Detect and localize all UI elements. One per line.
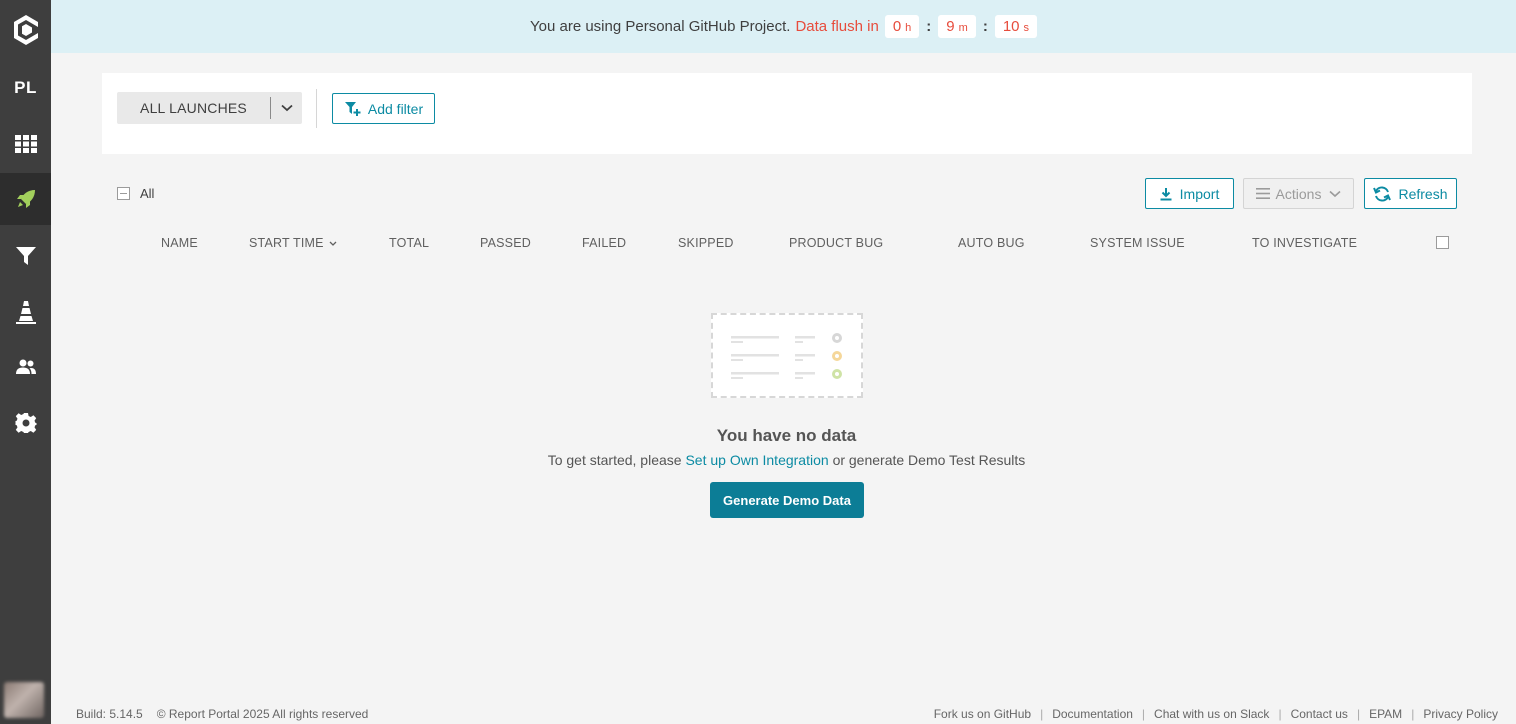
empty-state-title: You have no data [716, 426, 857, 445]
sidebar: PL [0, 0, 51, 724]
empty-state-text: To get started, please Set up Own Integr… [0, 452, 1516, 468]
timer-separator: : [982, 18, 988, 35]
add-filter-button[interactable]: Add filter [332, 93, 435, 124]
timer-minutes-value: 9 [946, 18, 955, 35]
column-header-product-bug[interactable]: PRODUCT BUG [789, 236, 883, 250]
report-portal-logo-icon[interactable] [0, 4, 51, 56]
download-icon [1160, 187, 1172, 200]
members-icon[interactable] [0, 341, 51, 393]
timer-hours-unit: h [905, 22, 912, 34]
add-filter-label: Add filter [367, 100, 424, 117]
chevron-down-icon[interactable] [271, 104, 302, 112]
refresh-icon [1373, 185, 1392, 202]
project-selector[interactable]: PL [0, 62, 51, 114]
filter-divider [316, 89, 317, 128]
sort-chevron-icon [329, 241, 337, 247]
menu-icon [1255, 188, 1270, 199]
column-header-failed[interactable]: FAILED [582, 236, 626, 250]
timer-minutes-unit: m [958, 22, 968, 34]
timer-seconds-value: 10 [1002, 18, 1020, 35]
footer-link-privacy[interactable]: Privacy Policy [1423, 707, 1498, 721]
data-flush-label: Data flush in [795, 18, 879, 35]
generate-demo-data-button[interactable]: Generate Demo Data [710, 482, 864, 518]
footer-separator: | [1141, 707, 1146, 721]
refresh-button[interactable]: Refresh [1364, 178, 1457, 209]
timer-minutes: 9m [938, 15, 976, 38]
project-initials: PL [14, 78, 37, 97]
footer-separator: | [1356, 707, 1361, 721]
footer-links: Fork us on GitHub | Documentation | Chat… [934, 707, 1498, 721]
select-all-checkbox[interactable] [117, 187, 130, 200]
column-header-start-time-label: START TIME [249, 236, 324, 250]
footer-link-github[interactable]: Fork us on GitHub [934, 707, 1031, 721]
launches-filter-select[interactable]: ALL LAUNCHES [117, 92, 302, 124]
banner-message: You are using Personal GitHub Project. [530, 18, 791, 35]
launches-filter-value: ALL LAUNCHES [140, 100, 247, 116]
launches-rocket-icon[interactable] [0, 173, 51, 225]
actions-dropdown[interactable]: Actions [1243, 178, 1354, 209]
header-select-checkbox[interactable] [1436, 236, 1449, 249]
debug-icon[interactable] [0, 286, 51, 338]
column-header-total[interactable]: TOTAL [389, 236, 429, 250]
timer-seconds: 10 s [994, 15, 1037, 38]
filters-icon[interactable] [0, 230, 51, 282]
import-label: Import [1179, 185, 1220, 202]
footer-separator: | [1411, 707, 1415, 721]
footer-link-contact[interactable]: Contact us [1291, 707, 1348, 721]
empty-state-text-before: To get started, please [547, 452, 682, 468]
column-header-to-investigate[interactable]: TO INVESTIGATE [1252, 236, 1357, 250]
filter-panel: ALL LAUNCHES Add filter [102, 73, 1472, 154]
footer-separator: | [1278, 707, 1282, 721]
footer-link-epam[interactable]: EPAM [1369, 707, 1402, 721]
import-button[interactable]: Import [1145, 178, 1234, 209]
user-avatar[interactable] [4, 682, 44, 718]
footer-link-slack[interactable]: Chat with us on Slack [1154, 707, 1269, 721]
column-header-start-time[interactable]: START TIME [249, 236, 337, 250]
column-header-system-issue[interactable]: SYSTEM ISSUE [1090, 236, 1185, 250]
generate-demo-data-label: Generate Demo Data [723, 492, 851, 508]
dashboards-icon[interactable] [0, 118, 51, 170]
chevron-down-icon [1329, 190, 1341, 197]
no-data-illustration [711, 313, 863, 398]
footer-link-documentation[interactable]: Documentation [1052, 707, 1133, 721]
timer-hours-value: 0 [892, 18, 902, 35]
build-version: Build: 5.14.5 [76, 707, 143, 721]
column-header-auto-bug[interactable]: AUTO BUG [958, 236, 1025, 250]
footer-info: Build: 5.14.5 © Report Portal 2025 All ri… [76, 707, 368, 721]
column-header-name[interactable]: NAME [161, 236, 198, 250]
timer-seconds-unit: s [1023, 22, 1030, 34]
column-header-passed[interactable]: PASSED [480, 236, 531, 250]
copyright: © Report Portal 2025 All rights reserved [156, 707, 369, 721]
select-all-label: All [140, 186, 155, 201]
footer-separator: | [1040, 707, 1044, 721]
actions-label: Actions [1275, 185, 1322, 202]
add-filter-icon [344, 101, 361, 116]
empty-state-text-after: or generate Demo Test Results [832, 452, 1026, 468]
timer-separator: : [926, 18, 932, 35]
demo-project-banner: You are using Personal GitHub Project. D… [51, 0, 1516, 53]
refresh-label: Refresh [1398, 185, 1448, 202]
column-header-skipped[interactable]: SKIPPED [678, 236, 734, 250]
setup-integration-link[interactable]: Set up Own Integration [685, 452, 828, 468]
timer-hours: 0h [884, 15, 920, 38]
